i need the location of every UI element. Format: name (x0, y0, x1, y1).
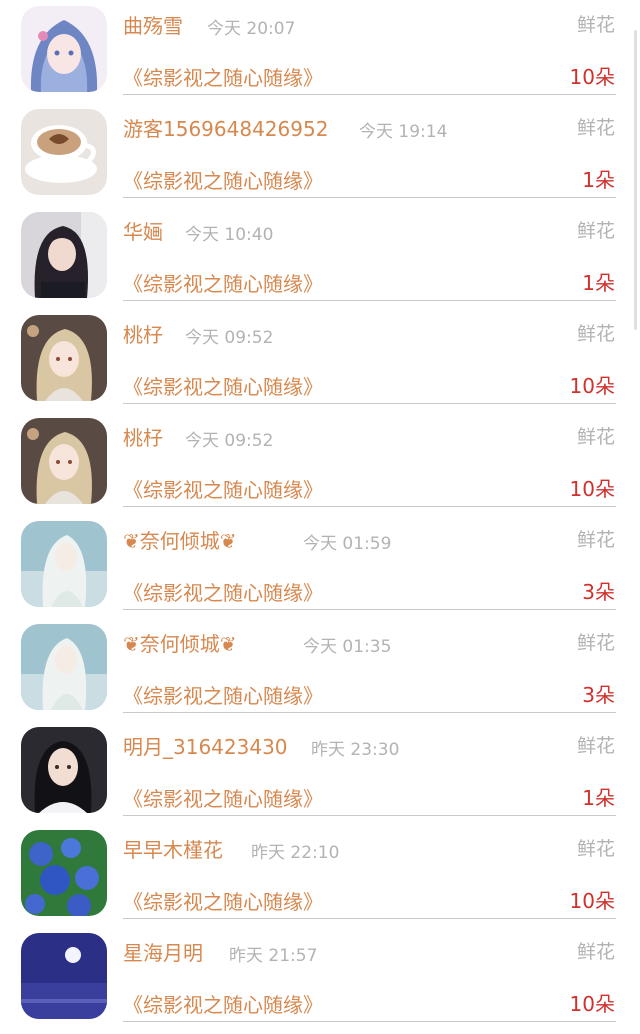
sender-name[interactable]: 桃杍 (123, 422, 163, 451)
gift-type: 鲜花 (576, 941, 615, 963)
divider (123, 94, 616, 95)
sender-name[interactable]: 曲殇雪 (123, 10, 183, 39)
avatar[interactable] (21, 521, 107, 607)
sender-name[interactable]: 游客1569648426952 (123, 113, 328, 142)
list-item[interactable]: 游客1569648426952 今天 19:14 鲜花 《综影视之随心随缘》 1… (0, 107, 640, 210)
list-item[interactable]: 早早木槿花 昨天 22:10 鲜花 《综影视之随心随缘》 10朵 (0, 828, 640, 931)
gift-count: 1朵 (582, 271, 615, 295)
send-time: 今天 09:52 (185, 328, 274, 348)
gift-count: 10朵 (569, 889, 615, 913)
send-time: 今天 01:35 (303, 637, 392, 657)
send-time: 昨天 23:30 (311, 740, 400, 760)
send-time: 今天 01:59 (303, 534, 392, 554)
send-time: 今天 09:52 (185, 431, 274, 451)
avatar[interactable] (21, 6, 107, 92)
flourish-left-icon: ❦ (123, 529, 140, 553)
list-item[interactable]: 华婳 今天 10:40 鲜花 《综影视之随心随缘》 1朵 (0, 210, 640, 313)
list-item[interactable]: 星海月明 昨天 21:57 鲜花 《综影视之随心随缘》 10朵 (0, 931, 640, 1034)
send-time: 今天 20:07 (207, 19, 296, 39)
flourish-right-icon: ❦ (219, 529, 237, 553)
divider (123, 1021, 616, 1022)
sender-name[interactable]: 明月_316423430 (123, 731, 288, 760)
sender-name[interactable]: 早早木槿花 (123, 834, 223, 863)
gift-count: 10朵 (569, 374, 615, 398)
avatar[interactable] (21, 830, 107, 916)
sender-name-text: 奈何倾城 (139, 529, 220, 553)
divider (123, 918, 616, 919)
avatar[interactable] (21, 109, 107, 195)
divider (123, 403, 616, 404)
work-title[interactable]: 《综影视之随心随缘》 (123, 989, 323, 1018)
gift-type: 鲜花 (576, 426, 615, 448)
work-title[interactable]: 《综影视之随心随缘》 (123, 680, 323, 709)
gift-count: 1朵 (582, 786, 615, 810)
work-title[interactable]: 《综影视之随心随缘》 (123, 577, 323, 606)
work-title[interactable]: 《综影视之随心随缘》 (123, 268, 323, 297)
gift-count: 1朵 (582, 168, 615, 192)
divider (123, 815, 616, 816)
sender-name[interactable]: 华婳 (123, 216, 163, 245)
list-item[interactable]: 明月_316423430 昨天 23:30 鲜花 《综影视之随心随缘》 1朵 (0, 725, 640, 828)
sender-name-text: 奈何倾城 (139, 632, 220, 656)
list-item[interactable]: 曲殇雪 今天 20:07 鲜花 《综影视之随心随缘》 10朵 (0, 4, 640, 107)
gift-type: 鲜花 (576, 529, 615, 551)
gift-type: 鲜花 (576, 14, 615, 36)
work-title[interactable]: 《综影视之随心随缘》 (123, 886, 323, 915)
send-time: 昨天 21:57 (229, 946, 318, 966)
avatar[interactable] (21, 624, 107, 710)
work-title[interactable]: 《综影视之随心随缘》 (123, 371, 323, 400)
work-title[interactable]: 《综影视之随心随缘》 (123, 62, 323, 91)
avatar[interactable] (21, 727, 107, 813)
list-item[interactable]: 桃杍 今天 09:52 鲜花 《综影视之随心随缘》 10朵 (0, 313, 640, 416)
divider (123, 300, 616, 301)
gift-type: 鲜花 (576, 632, 615, 654)
avatar[interactable] (21, 315, 107, 401)
work-title[interactable]: 《综影视之随心随缘》 (123, 474, 323, 503)
gift-count: 10朵 (569, 65, 615, 89)
gift-count: 10朵 (569, 992, 615, 1016)
list-item[interactable]: ❦奈何倾城❦ 今天 01:59 鲜花 《综影视之随心随缘》 3朵 (0, 519, 640, 622)
gift-type: 鲜花 (576, 323, 615, 345)
divider (123, 197, 616, 198)
gift-type: 鲜花 (576, 838, 615, 860)
send-time: 昨天 22:10 (251, 843, 340, 863)
flourish-left-icon: ❦ (123, 632, 140, 656)
send-time: 今天 19:14 (359, 122, 448, 142)
gift-type: 鲜花 (576, 117, 615, 139)
divider (123, 712, 616, 713)
scrollbar[interactable] (634, 30, 637, 330)
gift-count: 3朵 (582, 683, 615, 707)
list-item[interactable]: 桃杍 今天 09:52 鲜花 《综影视之随心随缘》 10朵 (0, 416, 640, 519)
send-time: 今天 10:40 (185, 225, 274, 245)
sender-name[interactable]: ❦奈何倾城❦ (123, 628, 237, 657)
divider (123, 506, 616, 507)
work-title[interactable]: 《综影视之随心随缘》 (123, 165, 323, 194)
avatar[interactable] (21, 418, 107, 504)
list-item[interactable]: ❦奈何倾城❦ 今天 01:35 鲜花 《综影视之随心随缘》 3朵 (0, 622, 640, 725)
gift-count: 3朵 (582, 580, 615, 604)
gift-type: 鲜花 (576, 735, 615, 757)
divider (123, 609, 616, 610)
gift-count: 10朵 (569, 477, 615, 501)
sender-name[interactable]: 桃杍 (123, 319, 163, 348)
avatar[interactable] (21, 933, 107, 1019)
sender-name[interactable]: ❦奈何倾城❦ (123, 525, 237, 554)
work-title[interactable]: 《综影视之随心随缘》 (123, 783, 323, 812)
sender-name[interactable]: 星海月明 (123, 937, 203, 966)
avatar[interactable] (21, 212, 107, 298)
gift-type: 鲜花 (576, 220, 615, 242)
flourish-right-icon: ❦ (219, 632, 237, 656)
